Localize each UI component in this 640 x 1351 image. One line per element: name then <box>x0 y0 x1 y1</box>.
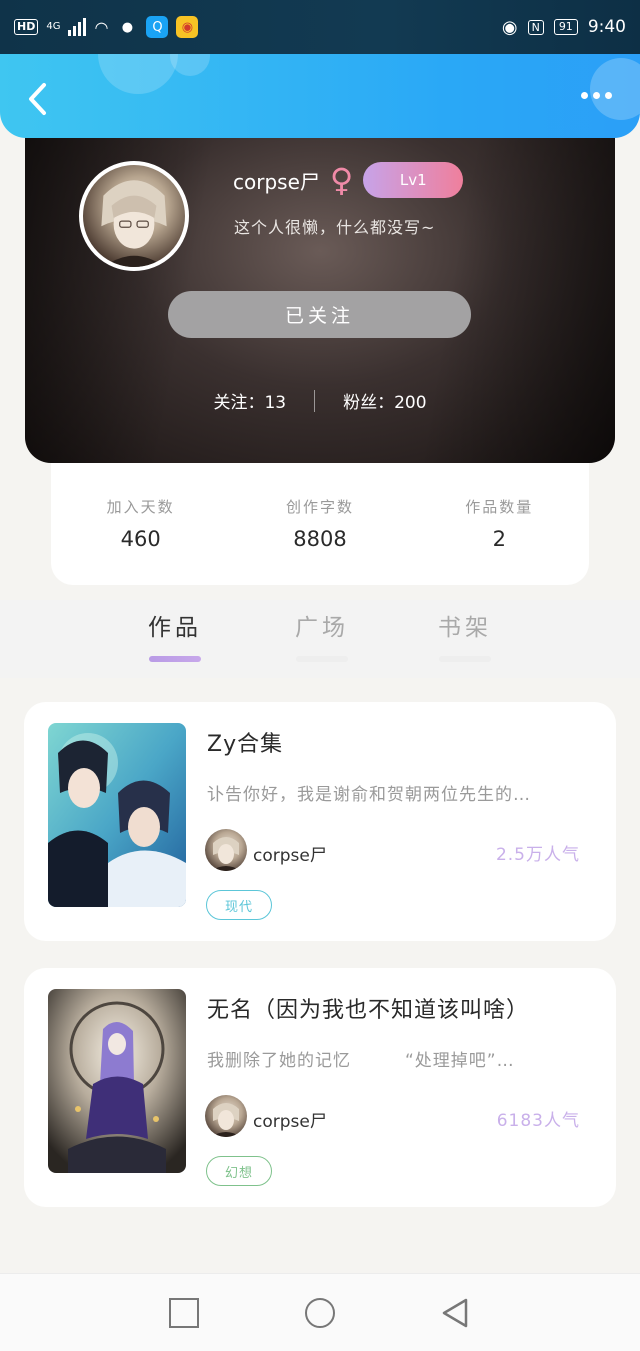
wechat-icon: ● <box>121 19 134 35</box>
more-options-button[interactable] <box>581 92 612 99</box>
avatar-illustration <box>211 1103 241 1137</box>
author-name: corpse尸 <box>253 846 327 866</box>
stat-works-count: 作品数量 2 <box>424 496 574 551</box>
wifi-icon: ◠ <box>94 17 109 37</box>
profile-card: corpse尸 ♀ Lv1 这个人很懒，什么都没写~ 已关注 关注：13 粉丝：… <box>25 110 615 463</box>
system-back-button[interactable] <box>440 1298 470 1328</box>
dot-icon <box>581 92 588 99</box>
work-cover-image[interactable] <box>48 723 186 907</box>
nfc-icon: N <box>527 19 544 35</box>
signal-icon <box>68 18 87 36</box>
hd-indicator: HD <box>14 19 39 35</box>
popularity-count: 2.5万人气 <box>495 845 580 865</box>
tab-indicator <box>149 656 201 662</box>
back-button[interactable] <box>22 82 52 116</box>
tab-works[interactable]: 作品 <box>125 608 225 662</box>
genre-tag[interactable]: 幻想 <box>206 1156 272 1186</box>
follow-button[interactable]: 已关注 <box>168 291 471 338</box>
battery-icon: 91 <box>553 19 578 35</box>
stat-label: 作品数量 <box>465 498 534 516</box>
stat-word-count: 创作字数 8808 <box>245 496 395 551</box>
work-card[interactable]: Zy合集 讣告你好，我是谢俞和贺朝两位先生的… corpse尸 2.5万人气 现… <box>24 702 616 941</box>
author-avatar[interactable] <box>205 829 247 871</box>
work-description: 讣告你好，我是谢俞和贺朝两位先生的… <box>207 785 531 805</box>
cover-illustration <box>48 989 186 1173</box>
eye-icon: ◉ <box>501 16 518 38</box>
stat-value: 460 <box>120 527 161 551</box>
avatar-illustration <box>211 837 241 871</box>
stat-label: 创作字数 <box>285 498 354 516</box>
stat-value: 8808 <box>293 527 347 551</box>
popularity-count: 6183人气 <box>496 1111 580 1131</box>
tab-indicator <box>296 656 348 662</box>
cover-illustration <box>48 723 186 907</box>
work-card[interactable]: 无名（因为我也不知道该叫啥） 我删除了她的记忆 “处理掉吧”… corpse尸 … <box>24 968 616 1207</box>
follow-stats: 关注：13 粉丝：200 <box>25 388 615 413</box>
following-count[interactable]: 关注：13 <box>213 388 286 413</box>
genre-tag[interactable]: 现代 <box>206 890 272 920</box>
tab-label: 书架 <box>438 615 492 641</box>
status-bar: HD 4G ◠ ● Q ◉ ◉ N 91 9:40 <box>0 0 640 54</box>
tab-label: 作品 <box>148 615 202 641</box>
home-button[interactable] <box>305 1298 335 1328</box>
tab-bookshelf[interactable]: 书架 <box>415 608 515 662</box>
fans-count[interactable]: 粉丝：200 <box>343 388 426 413</box>
network-type: 4G <box>46 21 61 32</box>
status-time: 9:40 <box>587 17 626 37</box>
tab-indicator <box>439 656 491 662</box>
dot-icon <box>593 92 600 99</box>
stat-label: 加入天数 <box>106 498 175 516</box>
profile-avatar[interactable] <box>79 161 189 271</box>
divider <box>314 389 316 412</box>
tab-square[interactable]: 广场 <box>272 608 372 662</box>
work-cover-image[interactable] <box>48 989 186 1173</box>
dot-icon <box>605 92 612 99</box>
triangle-back-icon <box>442 1298 468 1328</box>
tab-bar: 作品 广场 书架 <box>0 600 640 678</box>
author-name: corpse尸 <box>253 1112 327 1132</box>
search-app-icon: Q <box>146 16 169 38</box>
stat-join-days: 加入天数 460 <box>66 496 216 551</box>
system-nav-bar <box>0 1273 640 1351</box>
user-bio: 这个人很懒，什么都没写~ <box>234 218 436 237</box>
author-avatar[interactable] <box>205 1095 247 1137</box>
stats-card: 加入天数 460 创作字数 8808 作品数量 2 <box>51 463 589 585</box>
chevron-left-icon <box>29 83 46 115</box>
header-bar <box>0 54 640 138</box>
avatar-illustration <box>101 180 167 267</box>
recent-apps-button[interactable] <box>169 1298 199 1328</box>
level-badge: Lv1 <box>363 162 464 198</box>
tab-label: 广场 <box>295 615 349 641</box>
weibo-icon: ◉ <box>176 16 199 38</box>
work-title: Zy合集 <box>207 732 284 757</box>
female-icon: ♀ <box>329 161 354 199</box>
work-title: 无名（因为我也不知道该叫啥） <box>207 998 530 1023</box>
stat-value: 2 <box>492 527 506 551</box>
username: corpse尸 <box>233 169 320 194</box>
work-description: 我删除了她的记忆 “处理掉吧”… <box>207 1051 515 1071</box>
